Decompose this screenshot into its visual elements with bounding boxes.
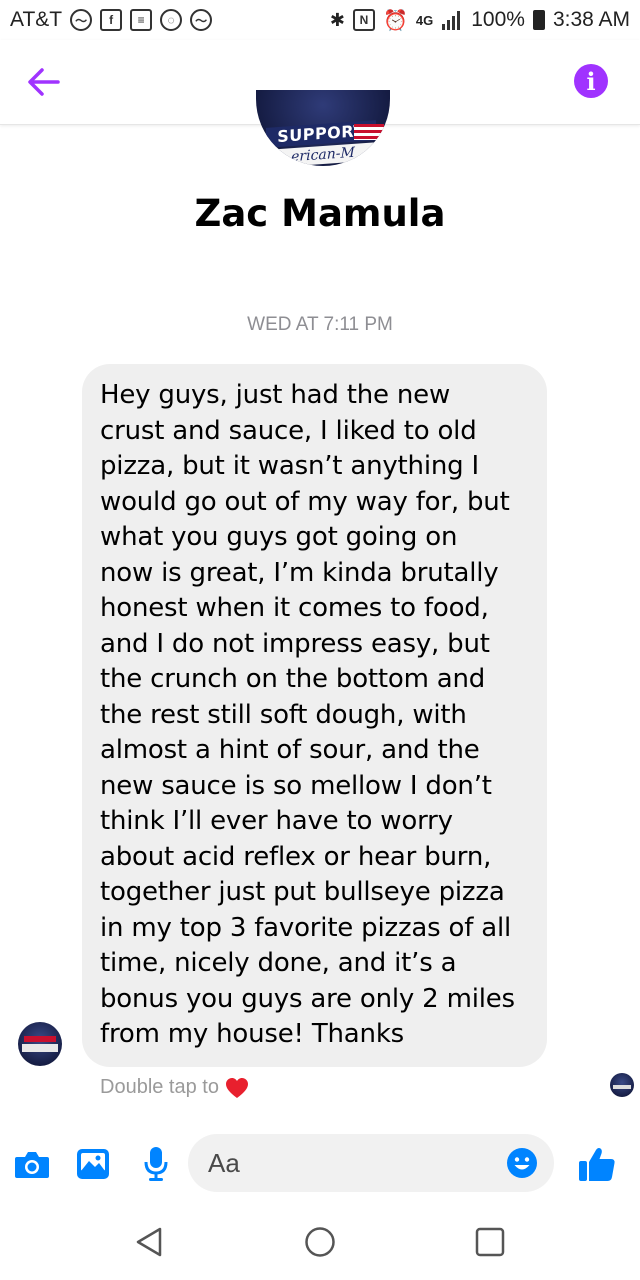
network-badge: 4G xyxy=(415,12,434,28)
messenger-icon: 〜 xyxy=(70,9,93,31)
bluetooth-icon: ✱ xyxy=(329,9,345,30)
home-circle-icon[interactable] xyxy=(304,1226,336,1258)
message-timestamp: WED AT 7:11 PM xyxy=(247,314,393,335)
microphone-icon[interactable] xyxy=(144,1146,168,1182)
profile-avatar[interactable]: SUPPORT erican-M xyxy=(256,90,390,166)
composer-bar xyxy=(0,1128,640,1198)
gallery-icon[interactable] xyxy=(76,1148,110,1180)
camera-icon[interactable] xyxy=(14,1150,50,1180)
alarm-icon: ⏰ xyxy=(382,9,408,32)
arrow-left-icon[interactable] xyxy=(22,60,66,104)
status-bar-right: ✱ N ⏰ 4G 100% 3:38 AM xyxy=(330,8,630,33)
back-triangle-icon[interactable] xyxy=(134,1226,164,1258)
emoji-icon[interactable] xyxy=(506,1147,538,1179)
contact-name: Zac Mamula xyxy=(194,192,446,235)
messenger-icon: 〜 xyxy=(190,9,213,31)
read-receipt-avatar xyxy=(610,1073,634,1097)
battery-icon xyxy=(532,10,545,30)
message-text: Hey guys, just had the new crust and sau… xyxy=(100,380,515,1049)
carrier-label: AT&T xyxy=(10,8,63,31)
recents-square-icon[interactable] xyxy=(474,1226,506,1258)
sender-avatar[interactable] xyxy=(18,1022,62,1066)
clock: 3:38 AM xyxy=(552,8,630,31)
system-nav-bar xyxy=(0,1200,640,1280)
battery-percent: 100% xyxy=(471,8,525,31)
status-bar-left: AT&T 〜 f ≡ ◌ 〜 xyxy=(10,8,213,32)
status-bar: AT&T 〜 f ≡ ◌ 〜 ✱ N ⏰ 4G 100% 3:38 AM xyxy=(0,0,640,40)
message-input-box[interactable] xyxy=(188,1134,554,1192)
facebook-icon: f xyxy=(100,9,123,31)
message-input[interactable] xyxy=(206,1146,480,1180)
flag-icon xyxy=(354,124,384,140)
news-icon: ≡ xyxy=(130,9,153,31)
thumbs-up-icon[interactable] xyxy=(578,1146,616,1182)
app-icon: ◌ xyxy=(160,9,183,31)
nfc-icon: N xyxy=(352,9,375,31)
signal-icon xyxy=(442,11,461,30)
hint-text: Double tap to xyxy=(100,1076,219,1098)
avatar-detail xyxy=(24,1036,56,1042)
double-tap-hint: Double tap to xyxy=(100,1076,249,1099)
avatar-detail xyxy=(22,1044,58,1052)
heart-icon xyxy=(225,1077,248,1098)
message-bubble[interactable]: Hey guys, just had the new crust and sau… xyxy=(82,364,547,1067)
info-icon[interactable]: i xyxy=(574,64,608,98)
